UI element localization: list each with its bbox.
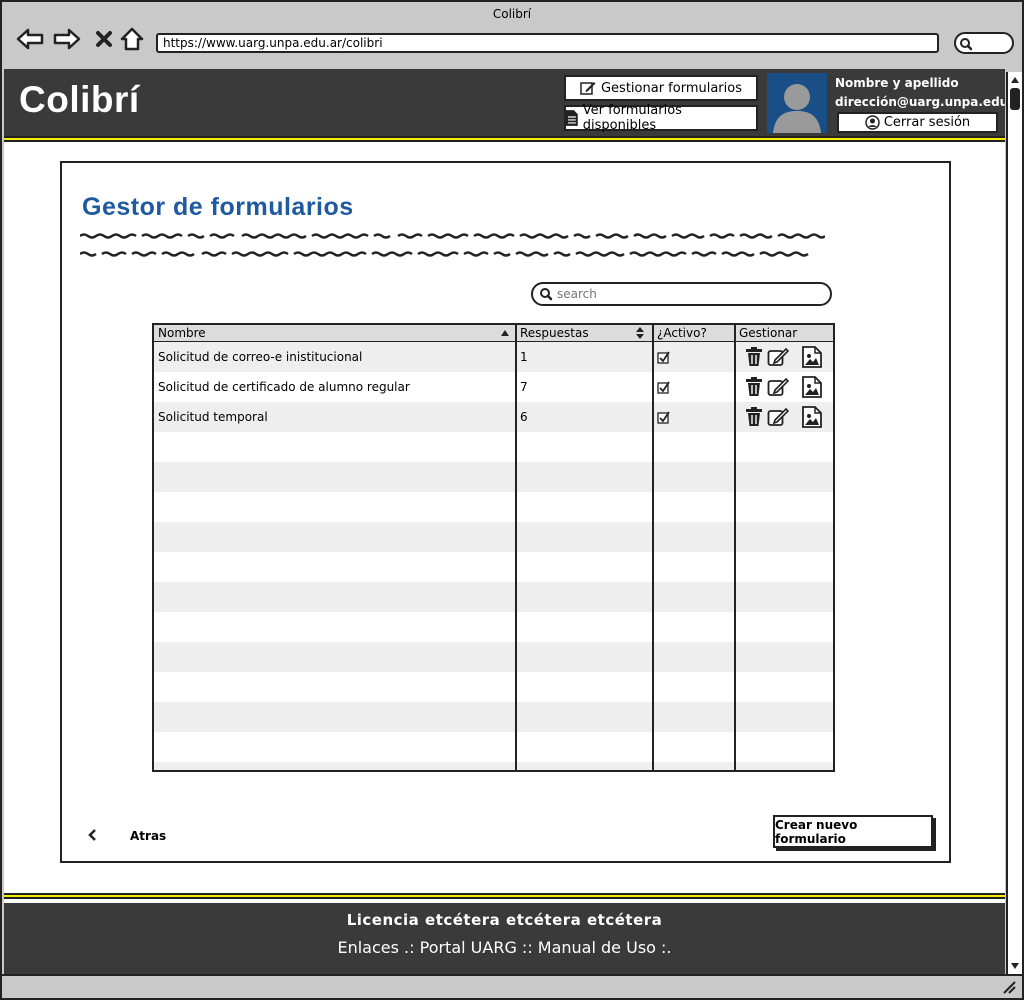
manage-forms-label: Gestionar formularios	[600, 80, 742, 96]
empty-table-row	[154, 672, 833, 702]
scrollbar-thumb[interactable]	[1010, 88, 1020, 110]
url-bar[interactable]: https://www.uarg.unpa.edu.ar/colibri	[156, 33, 939, 53]
placeholder-text-line	[80, 233, 825, 239]
vertical-scrollbar[interactable]	[1006, 72, 1022, 974]
empty-table-row	[154, 492, 833, 522]
table-row[interactable]: Solicitud de certificado de alumno regul…	[154, 372, 833, 402]
edit-icon[interactable]	[767, 346, 789, 368]
site-footer: Licencia etcétera etcétera etcétera Enla…	[4, 903, 1005, 974]
back-label: Atras	[130, 829, 167, 843]
footer-accent-bar	[4, 893, 1005, 899]
sort-both-icon[interactable]	[635, 326, 645, 340]
trash-icon[interactable]	[744, 376, 766, 398]
table-row[interactable]: Solicitud temporal 6	[154, 402, 833, 432]
document-icon	[566, 110, 578, 126]
search-icon	[960, 38, 973, 51]
brand-logo[interactable]: Colibrí	[19, 79, 140, 121]
search-icon	[540, 288, 553, 301]
empty-table-row	[154, 582, 833, 612]
footer-links[interactable]: Enlaces .: Portal UARG :: Manual de Uso …	[4, 938, 1005, 957]
scroll-up-icon[interactable]	[1010, 75, 1020, 85]
logout-button[interactable]: Cerrar sesión	[837, 112, 998, 133]
header-accent-bar	[4, 136, 1005, 142]
footer-license: Licencia etcétera etcétera etcétera	[346, 911, 663, 929]
column-header-active[interactable]: ¿Activo?	[653, 325, 735, 342]
chevron-left-icon	[88, 829, 96, 841]
active-checkbox[interactable]	[657, 381, 670, 394]
edit-icon[interactable]	[767, 406, 789, 428]
responses-count-cell: 6	[520, 410, 528, 424]
edit-icon	[580, 82, 596, 95]
sort-ascending-icon[interactable]	[500, 329, 510, 337]
column-divider	[652, 325, 654, 770]
manage-forms-button[interactable]: Gestionar formularios	[564, 75, 758, 101]
create-form-button[interactable]: Crear nuevo formulario	[773, 815, 933, 848]
forms-search-box[interactable]	[531, 282, 832, 306]
form-name-cell: Solicitud temporal	[158, 410, 268, 424]
page-title: Gestor de formularios	[82, 193, 354, 221]
home-icon[interactable]	[118, 25, 146, 53]
empty-table-row	[154, 642, 833, 672]
page-viewport: Colibrí Gestionar formularios Ver formul…	[4, 69, 1005, 974]
empty-table-row	[154, 702, 833, 732]
empty-table-row	[154, 522, 833, 552]
form-name-cell: Solicitud de correo-e inistitucional	[158, 350, 363, 364]
column-header-responses[interactable]: Respuestas	[516, 325, 653, 342]
image-file-icon[interactable]	[801, 406, 823, 428]
column-divider	[734, 325, 736, 770]
user-email: dirección@uarg.unpa.edu.ar	[835, 95, 1005, 109]
image-file-icon[interactable]	[801, 376, 823, 398]
user-name: Nombre y apellido	[835, 76, 959, 90]
column-divider	[515, 325, 517, 770]
trash-icon[interactable]	[744, 406, 766, 428]
placeholder-text-line	[80, 251, 809, 257]
table-row[interactable]: Solicitud de correo-e inistitucional 1	[154, 342, 833, 372]
responses-count-cell: 7	[520, 380, 528, 394]
status-bar	[2, 974, 1022, 998]
forward-arrow-icon[interactable]	[53, 25, 81, 53]
edit-icon[interactable]	[767, 376, 789, 398]
site-header: Colibrí Gestionar formularios Ver formul…	[4, 69, 1005, 136]
responses-count-cell: 1	[520, 350, 528, 364]
close-icon[interactable]	[90, 25, 118, 53]
back-link[interactable]: Atras	[88, 829, 166, 843]
view-forms-button[interactable]: Ver formularios disponibles	[564, 103, 758, 133]
user-circle-icon	[865, 115, 880, 130]
window-title: Colibrí	[492, 7, 532, 21]
trash-icon[interactable]	[744, 346, 766, 368]
column-header-responses-label: Respuestas	[520, 326, 589, 340]
empty-table-row	[154, 762, 833, 770]
scroll-down-icon[interactable]	[1010, 961, 1020, 971]
column-header-manage: Gestionar	[739, 326, 798, 340]
search-input[interactable]	[557, 287, 817, 301]
empty-table-row	[154, 612, 833, 642]
table-header: Nombre Respuestas ¿Activo? Gestionar	[154, 325, 833, 342]
empty-table-row	[154, 732, 833, 762]
empty-table-row	[154, 552, 833, 582]
empty-table-row	[154, 432, 833, 462]
forms-table: Nombre Respuestas ¿Activo? Gestionar Sol…	[152, 323, 835, 772]
user-avatar-icon	[773, 84, 821, 133]
avatar	[767, 73, 827, 133]
column-header-name[interactable]: Nombre	[154, 325, 516, 342]
column-header-name-label: Nombre	[158, 326, 206, 340]
empty-table-row	[154, 462, 833, 492]
view-forms-label: Ver formularios disponibles	[582, 103, 682, 133]
form-name-cell: Solicitud de certificado de alumno regul…	[158, 380, 410, 394]
resize-grip-icon[interactable]	[1002, 980, 1016, 994]
image-file-icon[interactable]	[801, 346, 823, 368]
active-checkbox[interactable]	[657, 411, 670, 424]
browser-window: Colibrí https://www.uarg.unpa.edu.ar/col…	[0, 0, 1024, 1000]
forms-manager-panel: Gestor de formularios Nombre Respuestas	[60, 161, 951, 863]
active-checkbox[interactable]	[657, 351, 670, 364]
logout-label: Cerrar sesión	[883, 115, 971, 130]
back-arrow-icon[interactable]	[16, 25, 44, 53]
browser-search-box[interactable]	[954, 32, 1014, 54]
